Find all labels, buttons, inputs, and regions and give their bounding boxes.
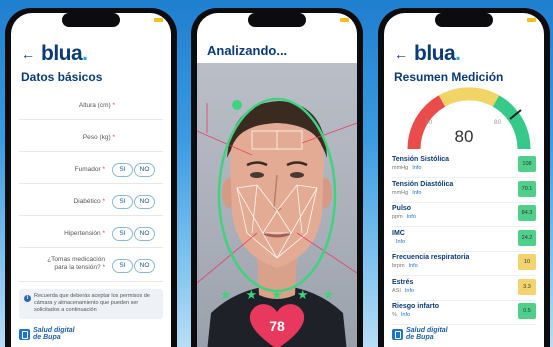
fumador-si-button[interactable]: SI [112,163,133,177]
hipertension-row: Hipertensión * SI NO [19,221,163,248]
metric-unit: brpm Info [392,263,418,269]
permissions-notice: i Recuerda que deberás aceptar los permi… [19,289,163,319]
metric-value-badge: 0.5 [518,303,536,319]
screen: ← blua. Resumen Medición 20 80 80 Tensió… [384,13,544,347]
progress-stars: ★ ★ ★ ★ ★ [197,288,357,301]
metric-name: Tensión Diastólica [392,180,454,188]
metric-unit: mmHg Info [392,189,422,196]
metric-name: Riesgo infarto [392,303,440,310]
screen: Analizando... ★ ★ ★ ★ ★ 78 [197,13,357,347]
page-title: Datos básicos [21,70,103,84]
metric-info-link[interactable]: Info [412,165,421,171]
metric-name: Frecuencia respiratoria [392,254,470,261]
phone-analizando: Analizando... ★ ★ ★ ★ ★ 78 [191,8,363,347]
star-icon: ★ [271,287,283,302]
metric-info-link[interactable]: Info [396,239,405,245]
phone-notch [435,13,493,27]
metric-row: Riesgo infarto % Info 0.5 [392,300,536,325]
diabetico-row: Diabético * SI NO [19,189,163,216]
medicacion-si-button[interactable]: SI [112,259,133,273]
metric-info-link[interactable]: Info [405,288,414,294]
fumador-label: Fumador * [74,166,105,173]
metric-value-badge: 70.1 [518,180,536,197]
blua-logo: blua. [41,42,88,65]
back-arrow-icon[interactable]: ← [21,47,35,61]
notice-text: Recuerda que deberás aceptar los permiso… [34,293,150,313]
bupa-logo-icon [19,328,30,340]
metric-row: Pulso ppm Info 84.3 [392,202,536,227]
metric-value-badge: 3.3 [518,278,536,295]
metric-unit: ASI Info [392,287,415,294]
blua-logo: blua. [414,42,461,65]
medicacion-row: ¿Tomas medicación para la tensión? * SI … [19,251,163,282]
screen: ← blua. Datos básicos Altura (cm) * Peso… [11,13,171,347]
metric-row: Tensión Sistólica mmHg Info 108 [392,153,536,178]
peso-label: Peso (kg) * [82,134,115,141]
hipertension-si-button[interactable]: SI [112,227,133,241]
altura-field[interactable]: Altura (cm) * [19,93,163,120]
bupa-footer: Salud digital de Bupa [392,327,448,341]
hipertension-no-button[interactable]: NO [134,227,155,241]
metric-value-badge: 24.2 [518,229,536,246]
battery-icon [340,18,349,22]
gauge-value: 80 [454,127,474,146]
altura-label: Altura (cm) * [78,102,115,109]
diabetico-no-button[interactable]: NO [134,195,155,209]
star-icon: ★ [219,287,232,302]
diabetico-label: Diabético * [73,198,105,205]
metric-info-link[interactable]: Info [407,214,416,220]
metric-unit: ppm Info [392,214,416,220]
fumador-row: Fumador * SI NO [19,157,163,184]
phone-notch [62,13,120,27]
battery-icon [154,18,163,22]
star-icon: ★ [296,287,309,302]
metric-unit: mmHg Info [392,165,422,171]
bupa-logo-icon [392,328,403,340]
gauge-tick-left: 20 [425,119,433,126]
app-header: ← blua. [394,43,461,64]
hipertension-label: Hipertensión * [64,230,105,237]
metric-name: Estrés [392,278,414,286]
metric-value-badge: 10 [518,254,536,270]
metric-value-badge: 108 [518,156,536,172]
diabetico-si-button[interactable]: SI [112,195,133,209]
back-arrow-icon[interactable]: ← [394,47,408,61]
fumador-no-button[interactable]: NO [134,163,155,177]
heart-rate-badge: 78 [247,301,307,347]
star-icon: ★ [245,287,258,302]
metric-unit: % Info [392,312,411,318]
metric-row: IMC Info 24.2 [392,227,536,252]
metric-row: Estrés ASI Info 3.3 [392,276,536,301]
metric-row: Frecuencia respiratoria brpm Info 10 [392,251,536,276]
peso-field[interactable]: Peso (kg) * [19,125,163,152]
gauge-tick-right: 80 [494,119,502,126]
bupa-footer: Salud digital de Bupa [19,327,75,341]
heart-rate-value: 78 [269,318,285,334]
metric-name: IMC [392,229,405,237]
battery-icon [527,18,536,22]
metric-name: Tensión Sistólica [392,156,450,163]
phone-datos-basicos: ← blua. Datos básicos Altura (cm) * Peso… [5,8,177,347]
star-icon: ★ [322,287,335,302]
metric-unit: Info [392,239,405,245]
metric-info-link[interactable]: Info [401,312,410,318]
metric-row: Tensión Diastólica mmHg Info 70.1 [392,178,536,203]
metric-value-badge: 84.3 [518,205,536,221]
metric-info-link[interactable]: Info [409,263,418,269]
phone-resumen-medicion: ← blua. Resumen Medición 20 80 80 Tensió… [378,8,550,347]
phone-notch [248,13,306,27]
page-title: Analizando... [207,43,288,58]
medicacion-label: ¿Tomas medicación para la tensión? * [47,256,105,271]
bupa-text: Salud digital de Bupa [406,327,448,341]
metric-name: Pulso [392,205,412,212]
info-icon: i [24,295,31,302]
bupa-text: Salud digital de Bupa [33,327,75,341]
page-title: Resumen Medición [394,70,504,84]
medicacion-no-button[interactable]: NO [134,259,155,273]
metric-info-link[interactable]: Info [412,190,421,196]
app-header: ← blua. [21,43,88,64]
